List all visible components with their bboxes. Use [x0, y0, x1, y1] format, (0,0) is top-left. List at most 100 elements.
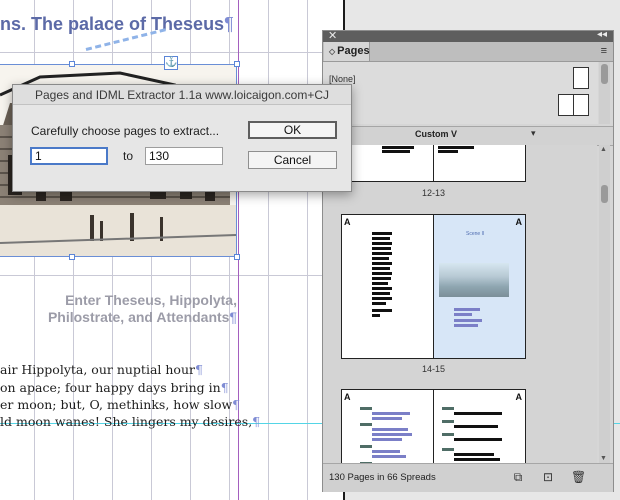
view-selector-label[interactable]: Custom V	[415, 129, 457, 139]
master-a-left-thumbnail[interactable]	[558, 94, 574, 116]
scene-image-thumb	[439, 263, 509, 297]
text-bar	[442, 433, 454, 436]
text-bar	[372, 417, 402, 420]
pilcrow-mark: ¶	[252, 414, 261, 429]
verse-line: er moon; but, O, methinks, how slow¶	[0, 397, 240, 412]
masters-scrollbar[interactable]	[599, 62, 610, 124]
stage-direction-line: Philostrate, and Attendants¶	[48, 309, 237, 325]
frame-handle[interactable]	[69, 61, 75, 67]
text-bar	[372, 262, 392, 265]
text-bar	[442, 448, 454, 451]
stage-direction-text: Philostrate, and Attendants	[47, 309, 230, 325]
pilcrow-mark: ¶	[194, 362, 203, 377]
text-bar	[372, 297, 392, 300]
page-count-status: 130 Pages in 66 Spreads	[329, 472, 436, 483]
spread-thumbnail-16-17[interactable]: A A	[341, 389, 526, 463]
text-bar	[372, 237, 390, 240]
view-selector-bar[interactable]: Custom V ▾	[323, 126, 613, 146]
new-page-icon[interactable]: ⊡	[541, 470, 555, 484]
master-indicator: A	[515, 392, 523, 402]
text-bar	[454, 425, 498, 428]
tab-pages[interactable]: ◇ Pages	[324, 42, 370, 61]
to-page-field[interactable]	[145, 147, 223, 165]
from-page-field[interactable]	[30, 147, 108, 165]
spreads-scrollbar[interactable]: ▲ ▼	[599, 145, 610, 463]
master-indicator: A	[344, 217, 351, 227]
text-bar	[372, 252, 392, 255]
scroll-down-icon[interactable]: ▼	[600, 455, 607, 462]
spread-thumbnail-12-13[interactable]	[341, 145, 526, 182]
text-bar	[454, 319, 482, 322]
text-bar	[438, 146, 474, 149]
chevron-down-icon[interactable]: ▾	[531, 128, 536, 139]
master-indicator: A	[344, 392, 351, 402]
text-bar	[372, 302, 386, 305]
frame-handle[interactable]	[234, 61, 240, 67]
text-bar	[372, 450, 400, 453]
spread-gutter	[433, 390, 434, 463]
spreads-list[interactable]: 12-13 A A Scene II 14-15 A A	[323, 145, 597, 463]
anchor-icon[interactable]: ⚓	[164, 56, 178, 70]
text-bar	[372, 287, 392, 290]
text-bar	[372, 309, 392, 312]
ok-button[interactable]: OK	[248, 121, 337, 139]
text-bar	[360, 445, 372, 448]
panel-menu-icon[interactable]: ≡	[601, 45, 607, 57]
spread-label: 14-15	[421, 364, 446, 374]
text-bar	[372, 428, 408, 431]
text-bar	[454, 308, 480, 311]
collapse-panel-icon[interactable]: ◂◂	[597, 29, 607, 40]
spread-gutter	[433, 215, 434, 358]
verse-text: ld moon wanes! She lingers my desires,	[0, 414, 253, 429]
verse-line: air Hippolyta, our nuptial hour¶	[0, 362, 203, 377]
delete-page-icon[interactable]: 🗑	[571, 470, 586, 484]
text-bar	[454, 412, 502, 415]
frame-handle[interactable]	[234, 254, 240, 260]
spread-label: 12-13	[421, 188, 446, 198]
text-bar	[372, 272, 392, 275]
cancel-button[interactable]: Cancel	[248, 151, 337, 169]
text-bar	[454, 324, 478, 327]
text-bar	[454, 453, 494, 456]
text-bar	[438, 150, 458, 153]
text-bar	[382, 146, 414, 149]
frame-handle[interactable]	[69, 254, 75, 260]
scene-heading[interactable]: ns. The palace of Theseus¶	[0, 14, 234, 35]
text-bar	[372, 232, 392, 235]
extractor-dialog: Pages and IDML Extractor 1.1a www.loicai…	[12, 84, 352, 192]
master-none-thumbnail[interactable]	[573, 67, 589, 89]
close-icon[interactable]: ✕	[328, 29, 337, 42]
panel-header-bar[interactable]: ✕ ◂◂	[323, 29, 613, 42]
text-bar	[382, 150, 410, 153]
dialog-title[interactable]: Pages and IDML Extractor 1.1a www.loicai…	[13, 85, 351, 105]
scene-heading-text: ns. The palace of Theseus	[0, 14, 225, 34]
text-bar	[454, 438, 502, 441]
text-bar	[454, 458, 500, 461]
pilcrow-mark: ¶	[229, 309, 237, 325]
text-bar	[454, 313, 472, 316]
column-guide	[307, 0, 308, 500]
verse-text: er moon; but, O, methinks, how slow	[0, 397, 233, 412]
new-spread-icon[interactable]: ⧉	[511, 470, 525, 484]
to-label: to	[123, 149, 134, 163]
spreads-scroll-thumb[interactable]	[601, 185, 608, 203]
text-bar	[372, 257, 389, 260]
masters-scroll-thumb[interactable]	[601, 64, 608, 84]
tab-chevron-icon: ◇	[329, 47, 336, 56]
text-bar	[372, 247, 391, 250]
text-bar	[372, 277, 391, 280]
text-bar	[360, 423, 372, 426]
master-none-label[interactable]: [None]	[329, 74, 356, 84]
scroll-up-icon[interactable]: ▲	[600, 146, 607, 153]
text-bar	[372, 438, 402, 441]
text-bar	[442, 420, 454, 423]
spread-thumbnail-14-15[interactable]: A A Scene II	[341, 214, 526, 359]
column-guide	[268, 0, 269, 500]
pilcrow-mark: ¶	[220, 380, 229, 395]
text-bar	[360, 407, 372, 410]
dialog-prompt: Carefully choose pages to extract...	[31, 124, 220, 138]
panel-tab-row: ◇ Pages ≡	[323, 42, 613, 62]
text-bar	[372, 292, 390, 295]
master-indicator: A	[515, 217, 523, 227]
master-a-right-thumbnail[interactable]	[573, 94, 589, 116]
